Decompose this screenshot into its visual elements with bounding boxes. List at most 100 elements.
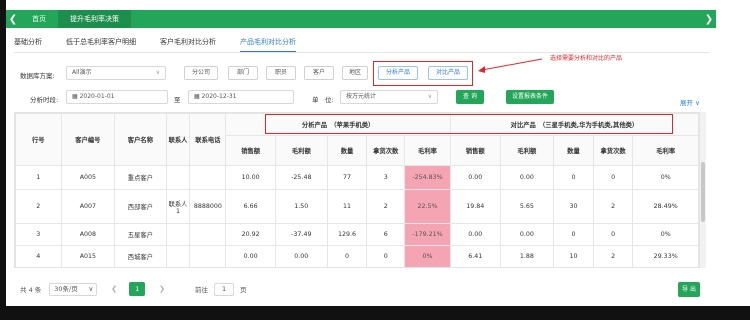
cell-phone <box>189 245 227 267</box>
date-to-value: 2020-12-31 <box>201 93 237 100</box>
cell-a-1: -25.48 <box>274 165 328 190</box>
expand-toggle[interactable]: 展开 ∨ <box>680 97 700 107</box>
cell-total-a-3: 0 <box>367 268 405 269</box>
date-to-input[interactable]: ▦ 2020-12-31 <box>188 90 294 104</box>
cell-total-b-1: 7.53 <box>500 268 554 269</box>
next-page-icon[interactable]: ❯ <box>159 285 165 293</box>
total-count: 共 4 条 <box>20 286 42 294</box>
cell-b-1: 0.00 <box>499 223 555 246</box>
table-row[interactable]: 1 A005 重点客户 10.00 -25.48 77 3 -254.83% 0.00 0.00 0… <box>15 165 699 190</box>
compare-product-button[interactable]: 对比产品 <box>428 66 468 80</box>
table-row[interactable]: 3 A008 五星客户 20.92 -37.49 129.6 6 -179.21% 0.00 0.… <box>15 223 699 246</box>
table-total-row: 合计37.58-61.47217.60-163.58%26.247.534002… <box>16 268 699 269</box>
table-row[interactable]: 2 A007 西部客户 联系人1 8888000 6.66 1.50 11 2 22.5% 19.8… <box>15 189 699 224</box>
bottom-edge <box>6 306 750 320</box>
table-grid: 行号 客户编号 客户名称 联系人 联系电话 分析产品 （苹果手机类） 对比产品 … <box>15 113 699 269</box>
unit-select[interactable]: 按万元统计 ∨ <box>340 90 438 104</box>
cell-b-3: 0 <box>592 165 634 190</box>
cell-no: 2 <box>15 189 62 224</box>
table-row[interactable]: 4 A015 西城客户 0.00 0.00 0 0 0% 6.41 1.88 10 2 29.33% <box>15 245 699 267</box>
cell-code: A008 <box>60 223 116 246</box>
cell-b-1: 1.88 <box>499 245 555 267</box>
col-customer-name: 客户名称 <box>114 113 167 166</box>
cell-name: 五星客户 <box>114 223 167 246</box>
cell-total-b-4: 28.7% <box>633 268 699 269</box>
table-scrollbar[interactable] <box>700 112 706 268</box>
subtab-product-compare[interactable]: 产品毛利对比分析 <box>240 37 296 52</box>
subtab-basic[interactable]: 基础分析 <box>14 37 42 52</box>
date-separator: 至 <box>174 96 181 104</box>
col-b-3: 拿货次数 <box>592 135 634 166</box>
current-page[interactable]: 1 <box>129 282 146 296</box>
cell-a-1: 1.50 <box>274 189 328 224</box>
col-a-1: 毛利额 <box>274 135 328 166</box>
unit-label: 单 位: <box>312 96 334 104</box>
scheme-label: 数据库方案: <box>20 72 55 80</box>
cell-total-a-2: 217.6 <box>327 268 367 269</box>
pagination: 共 4 条 30条/页 ∨ ❮ 1 ❯ 前往 1 页 <box>20 282 247 296</box>
region-button[interactable]: 地区 <box>342 66 368 80</box>
cell-contact <box>165 223 191 246</box>
time-label: 分析时段: <box>30 96 59 104</box>
subtab-low-margin[interactable]: 低于总毛利率客户明细 <box>66 37 136 52</box>
cell-a-0: 6.66 <box>225 189 276 224</box>
cell-b-2: 0 <box>553 165 594 190</box>
cell-b-0: 0.00 <box>449 165 501 190</box>
subtab-customer-compare[interactable]: 客户毛利对比分析 <box>160 37 216 52</box>
analysis-product-button[interactable]: 分析产品 <box>378 66 418 80</box>
cell-a-2: 129.6 <box>326 223 368 246</box>
scrollbar-thumb[interactable] <box>701 162 705 222</box>
col-a-3: 拿货次数 <box>366 135 406 166</box>
cell-phone <box>189 165 227 190</box>
app-frame: ❮ 首页 提升毛利率决策 ❯ 基础分析 低于总毛利率客户明细 客户毛利对比分析 … <box>0 0 750 320</box>
cell-total-label: 合计 <box>16 268 62 269</box>
cell-a-2: 0 <box>326 245 368 267</box>
cell-a-0: 20.92 <box>225 223 276 246</box>
query-button[interactable]: 查 询 <box>456 90 484 104</box>
cell-code: A005 <box>60 165 116 190</box>
export-button[interactable]: 导 出 <box>678 282 700 297</box>
cell-total-a-4: -163.58% <box>405 268 451 269</box>
dept-button[interactable]: 部门 <box>228 66 258 80</box>
prev-page-icon[interactable]: ❮ <box>111 285 117 293</box>
chevron-down-icon: ∨ <box>88 284 94 293</box>
cell-a-1: 0.00 <box>274 245 328 267</box>
cell-a-3: 3 <box>366 165 406 190</box>
staff-button[interactable]: 职员 <box>266 66 296 80</box>
cell-b-0: 6.41 <box>449 245 501 267</box>
cell-b-3: 2 <box>592 245 634 267</box>
top-bar: ❮ 首页 提升毛利率决策 ❯ <box>6 10 716 28</box>
unit-value: 按万元统计 <box>346 93 377 100</box>
branch-button[interactable]: 分公司 <box>184 66 218 80</box>
cell-b-4: 28.49% <box>632 189 699 224</box>
chevron-right-icon[interactable]: ❯ <box>702 14 716 25</box>
col-b-2: 数量 <box>553 135 594 166</box>
goto-label: 前往 <box>195 286 209 294</box>
tab-home[interactable]: 首页 <box>20 10 58 28</box>
cell-b-1: 0.00 <box>499 165 555 190</box>
chevron-down-icon: ∨ <box>155 69 160 76</box>
chevron-down-icon: ∨ <box>427 93 432 100</box>
report-settings-button[interactable]: 设置报表条件 <box>506 90 554 104</box>
cell-phone: 8888000 <box>189 189 227 224</box>
cell-total-b-0: 26.24 <box>450 268 500 269</box>
date-from-input[interactable]: ▦ 2020-01-01 <box>66 90 168 104</box>
cell-b-2: 0 <box>553 223 594 246</box>
cell-total-b-3: 0 <box>593 268 633 269</box>
page-size-select[interactable]: 30条/页 ∨ <box>49 282 98 296</box>
tab-margin-decision[interactable]: 提升毛利率决策 <box>58 10 131 28</box>
goto-page-input[interactable]: 1 <box>214 282 235 296</box>
cell-a-0: 10.00 <box>225 165 276 190</box>
customer-button[interactable]: 客户 <box>304 66 334 80</box>
cell-b-2: 10 <box>553 245 594 267</box>
cell-a-4: -179.21% <box>404 223 451 246</box>
cell-total-empty <box>115 268 166 269</box>
chevron-left-icon[interactable]: ❮ <box>6 14 20 25</box>
left-edge <box>0 0 6 320</box>
scheme-select[interactable]: All演示 ∨ <box>66 66 166 80</box>
expand-label: 展开 <box>680 99 693 107</box>
cell-a-1: -37.49 <box>274 223 328 246</box>
cell-a-4: 22.5% <box>404 189 451 224</box>
cell-total-empty <box>190 268 226 269</box>
cell-no: 1 <box>15 165 62 190</box>
